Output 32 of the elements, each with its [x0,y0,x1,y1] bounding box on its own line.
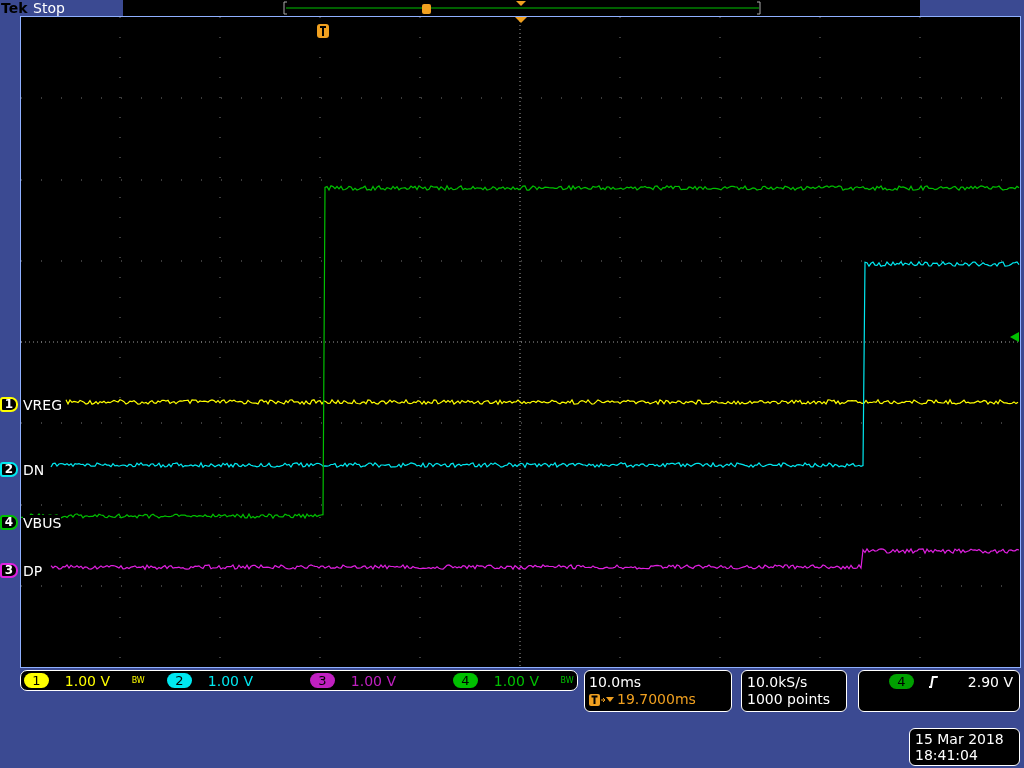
acquisition-state: Stop [33,1,66,15]
channel-label: VBUS [23,515,62,531]
channel-badge[interactable]: 3 [309,673,335,688]
trigger-level-icon [1010,332,1019,342]
bandwidth-limit-indicator: BW [560,676,574,685]
channel-marker[interactable]: 1 [0,397,18,412]
channel-marker[interactable]: 2 [0,462,18,477]
date: 15 Mar 2018 [915,731,1005,747]
volts-per-division: 1.00 V [207,672,254,689]
channel-badge[interactable]: 2 [167,673,192,688]
channel-label: DN [23,462,45,478]
channel-label: DP [23,563,43,579]
time-per-division: 10.0ms [589,674,643,691]
channel-label: VREG [23,397,62,413]
channel-marker[interactable]: 3 [0,563,18,578]
volts-per-division: 1.00 V [64,672,111,689]
channel-marker[interactable]: 4 [0,515,18,530]
bandwidth-limit-indicator: BW [131,676,145,685]
sample-rate: 10.0kS/s [747,674,809,691]
trigger-marker-icon [317,24,329,38]
trigger-source-badge: 4 [889,674,914,689]
volts-per-division: 1.00 V [350,672,397,689]
record-length: 1000 points [747,691,832,708]
volts-per-division: 1.00 V [493,672,540,689]
trigger-level: 2.90 V [967,674,1013,690]
time: 18:41:04 [915,747,979,763]
trigger-position: 19.7000ms [617,691,696,708]
channel-badge[interactable]: 1 [24,673,49,688]
brand-logo: Tek [1,1,29,15]
channel-badge[interactable]: 4 [452,673,478,688]
trigger-delay-icon [589,693,615,706]
rising-edge-icon [929,676,939,688]
